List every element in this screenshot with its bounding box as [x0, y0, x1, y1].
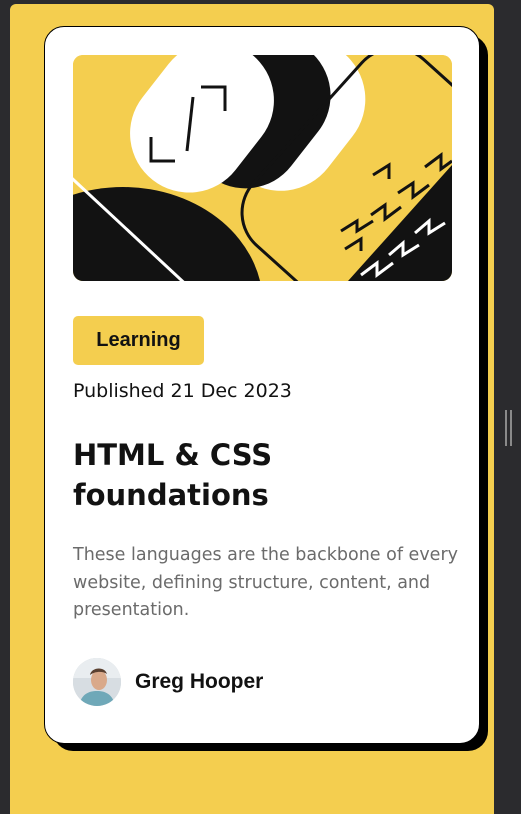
card-title[interactable]: HTML & CSS foundations	[73, 435, 433, 515]
blog-preview-card: Learning Published 21 Dec 2023 HTML & CS…	[44, 26, 480, 744]
scrollbar-grip-icon[interactable]	[505, 410, 513, 446]
avatar-photo-icon	[73, 658, 121, 706]
published-date: Published 21 Dec 2023	[73, 380, 292, 402]
preview-viewport: Learning Published 21 Dec 2023 HTML & CS…	[10, 4, 494, 814]
card-description: These languages are the backbone of ever…	[73, 545, 458, 620]
illustration-article-icon	[73, 55, 452, 281]
author-name: Greg Hooper	[135, 670, 264, 693]
category-badge: Learning	[73, 316, 204, 365]
